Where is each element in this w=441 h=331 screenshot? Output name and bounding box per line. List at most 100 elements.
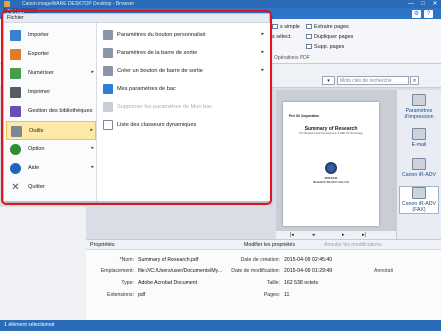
import-icon bbox=[10, 30, 21, 41]
ribbon-cmd-delete-pages[interactable]: Supp. pages bbox=[306, 44, 344, 50]
properties-panel: Propriétés Modifier les propriétés Annul… bbox=[86, 239, 441, 320]
ribbon-group-pdf-ops: Opérations PDF bbox=[274, 55, 310, 61]
prop-type-value: Adobe Acrobat Document bbox=[138, 280, 198, 286]
next-page-button[interactable]: ▸ bbox=[342, 232, 345, 238]
prop-size-value: 162 538 octets bbox=[284, 280, 319, 286]
email-icon bbox=[412, 128, 426, 140]
search-icon[interactable]: ⌕ bbox=[410, 76, 419, 85]
submenu-delete-tray-settings[interactable]: Supprimer les paramètres de Mon bac bbox=[101, 99, 267, 115]
settings-icon[interactable]: ⚙ bbox=[412, 10, 421, 18]
prop-pages-label: Pages: bbox=[263, 292, 280, 298]
menu-item-imprimer[interactable]: Imprimer bbox=[6, 83, 96, 102]
chevron-right-icon: ▸ bbox=[261, 31, 264, 37]
output-email[interactable]: E-mail bbox=[399, 128, 439, 148]
doc-footer-date: 2015.01.01 bbox=[324, 177, 338, 180]
output-bar-icon bbox=[103, 48, 113, 58]
ribbon-cmd-simple[interactable]: s simple bbox=[272, 24, 300, 30]
prop-location-value: file:///C:/Users/user/Documents/My... bbox=[138, 268, 223, 274]
fax-icon bbox=[412, 187, 426, 199]
chevron-right-icon: ▸ bbox=[90, 127, 93, 133]
app-icon bbox=[4, 1, 10, 7]
ribbon-cmd-extract-pages[interactable]: Extraire pages bbox=[306, 24, 349, 30]
submenu-output-bar-settings[interactable]: Paramètres de la barre de sortie ▸ bbox=[101, 45, 267, 61]
scan-icon bbox=[10, 68, 21, 79]
ribbon-cmd-duplicate-pages[interactable]: Dupliquer pages bbox=[306, 34, 353, 40]
page-icon bbox=[272, 24, 278, 29]
extract-pages-icon bbox=[306, 24, 312, 29]
help-button[interactable]: ? bbox=[424, 10, 433, 18]
prop-modified-label: Date de modification: bbox=[231, 268, 280, 274]
menu-left-pane: Importer Exporter Numériser ▸ Imprimer G… bbox=[4, 23, 97, 201]
output-bar: Paramètres d'impression E-mail Canon iR-… bbox=[396, 90, 441, 239]
prop-location-label: Emplacement: bbox=[100, 268, 134, 274]
document-page-preview: Pen Oil Corporation Summary of Research … bbox=[283, 102, 379, 226]
close-window-button[interactable]: ✕ bbox=[429, 0, 441, 8]
submenu-create-output-button[interactable]: Créer un bouton de barre de sortie ▸ bbox=[101, 63, 267, 79]
print-icon bbox=[10, 87, 21, 98]
status-text: 1 élément sélectionné bbox=[4, 322, 55, 328]
binder-list-icon bbox=[103, 120, 113, 130]
chevron-right-icon: ▸ bbox=[261, 67, 264, 73]
help-icon bbox=[10, 163, 21, 174]
delete-pages-icon bbox=[306, 44, 312, 49]
submenu-custom-button-settings[interactable]: Paramètres du bouton personnalisé ▸ bbox=[101, 27, 267, 43]
menu-item-option[interactable]: Option ▸ bbox=[6, 140, 96, 159]
ribbon-cmd-select[interactable]: s sélect. bbox=[272, 34, 292, 40]
cancel-changes-button[interactable]: Annuler les modifications bbox=[324, 242, 382, 248]
menu-item-outils[interactable]: Outils ▸ bbox=[6, 121, 96, 140]
doc-company: Pen Oil Corporation bbox=[289, 114, 320, 118]
title-bar: Canon imageWARE DESKTOP Desktop - Browse… bbox=[0, 0, 441, 8]
minimize-button[interactable]: — bbox=[405, 0, 417, 8]
search-input[interactable]: Mots clés de recherche bbox=[337, 76, 409, 85]
viewer-navigation: |◂ ◂ ▸ ▸| bbox=[276, 230, 396, 239]
print-settings-icon bbox=[412, 94, 426, 106]
close-icon: ✕ bbox=[11, 182, 20, 193]
prop-size-label: Taille: bbox=[266, 280, 280, 286]
custom-button-icon bbox=[103, 30, 113, 40]
menu-item-quitter[interactable]: ✕ Quitter bbox=[6, 178, 96, 197]
submenu-my-tray-settings[interactable]: Mes paramètres de bac bbox=[101, 81, 267, 97]
properties-header: Propriétés Modifier les propriétés Annul… bbox=[86, 240, 441, 250]
create-button-icon bbox=[103, 66, 113, 76]
document-viewer[interactable]: Pen Oil Corporation Summary of Research … bbox=[276, 90, 396, 230]
submenu-dynamic-binders-list[interactable]: Liste des classeurs dynamiques bbox=[101, 117, 267, 133]
output-printer[interactable]: Canon iR-ADV bbox=[399, 158, 439, 178]
window-title: Canon imageWARE DESKTOP Desktop - Browse… bbox=[22, 1, 135, 7]
navigation-pane bbox=[0, 207, 86, 320]
last-page-button[interactable]: ▸| bbox=[362, 232, 366, 238]
prop-extensions-label: Extensions: bbox=[107, 292, 134, 298]
prop-pages-value: 11 bbox=[284, 292, 290, 298]
menu-item-importer[interactable]: Importer bbox=[6, 26, 96, 45]
first-page-button[interactable]: |◂ bbox=[290, 232, 294, 238]
library-icon bbox=[10, 106, 21, 117]
duplicate-pages-icon bbox=[306, 34, 312, 39]
prop-created-label: Date de création: bbox=[240, 257, 280, 263]
tools-icon bbox=[11, 126, 22, 137]
export-icon bbox=[10, 49, 21, 60]
chevron-right-icon: ▸ bbox=[91, 145, 94, 151]
chevron-right-icon: ▸ bbox=[91, 164, 94, 170]
menu-item-aide[interactable]: Aide ▸ bbox=[6, 159, 96, 178]
outils-submenu: Paramètres du bouton personnalisé ▸ Para… bbox=[97, 23, 270, 201]
output-printer-fax[interactable]: Canon iR-ADV (FAX) bbox=[399, 186, 439, 214]
output-print-settings[interactable]: Paramètres d'impression bbox=[399, 94, 439, 120]
chevron-right-icon: ▸ bbox=[91, 69, 94, 75]
menu-item-exporter[interactable]: Exporter bbox=[6, 45, 96, 64]
chevron-right-icon: ▸ bbox=[261, 49, 264, 55]
modify-properties-button[interactable]: Modifier les propriétés bbox=[244, 242, 295, 248]
maximize-button[interactable]: □ bbox=[417, 0, 429, 8]
menu-header: Fichier bbox=[4, 14, 269, 23]
menu-item-gestion-bibliotheques[interactable]: Gestion des bibliothèques bbox=[6, 102, 96, 121]
fichier-menu: Fichier Importer Exporter Numériser ▸ Im… bbox=[3, 13, 270, 202]
option-icon bbox=[10, 144, 21, 155]
status-bar: 1 élément sélectionné bbox=[0, 320, 441, 331]
doc-footer-text: RESEARCH BRANCH ANALYSIS bbox=[312, 181, 350, 184]
prop-created-value: 2015-04-09 02:45:40 bbox=[284, 257, 333, 263]
printer-icon bbox=[412, 158, 426, 170]
prop-annotation-label: Annotati bbox=[374, 268, 394, 274]
menu-item-numeriser[interactable]: Numériser ▸ bbox=[6, 64, 96, 83]
prop-name-value[interactable]: Summary of Research.pdf bbox=[138, 257, 198, 263]
prop-modified-value: 2015-04-09 01:29:49 bbox=[284, 268, 333, 274]
prev-page-button[interactable]: ◂ bbox=[312, 232, 315, 238]
search-scope-dropdown[interactable]: ▾ bbox=[322, 76, 335, 85]
